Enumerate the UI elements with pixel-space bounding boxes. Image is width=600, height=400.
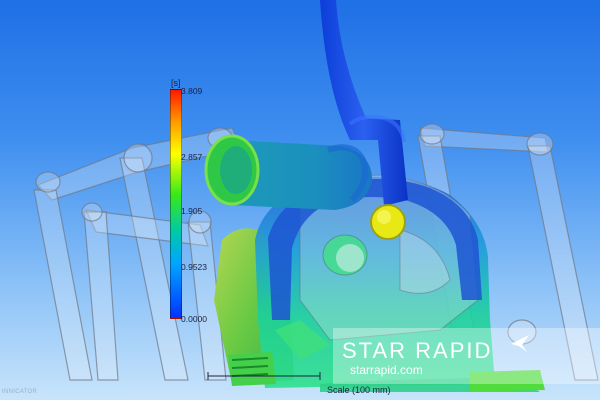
legend-tick-high: 2.857	[181, 152, 203, 162]
corner-watermark: INNICATOR	[2, 389, 38, 395]
scale-label: Scale (100 mm)	[327, 385, 391, 395]
fill-time-legend: [s] 3.809 2.857 1.905 0.9523 0.0000	[165, 78, 245, 328]
legend-tick-max: 3.809	[181, 86, 203, 96]
simulation-viewport: [s] 3.809 2.857 1.905 0.9523 0.0000 STAR…	[0, 0, 600, 400]
legend-tick-mid: 1.905	[181, 206, 203, 216]
star-logo-icon	[511, 335, 529, 352]
brand-name: STAR RAPID	[342, 338, 493, 363]
legend-tick-low: 0.9523	[181, 262, 207, 272]
brand-url: starrapid.com	[350, 363, 423, 377]
legend-tick-min: 0.0000	[181, 314, 207, 324]
legend-color-bar	[170, 89, 182, 319]
legend-unit-label: [s]	[171, 78, 181, 88]
